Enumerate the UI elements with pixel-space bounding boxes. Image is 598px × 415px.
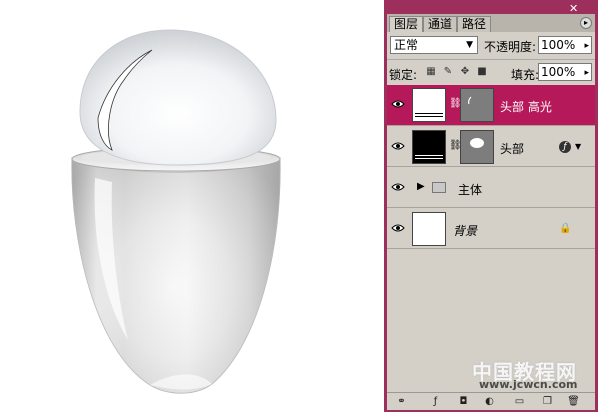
expand-effects-icon[interactable]: ▼ (575, 142, 581, 151)
artwork (71, 29, 281, 394)
expand-group-icon[interactable]: ▶ (417, 181, 425, 192)
tab-paths[interactable]: 路径 (457, 16, 492, 32)
lock-move-icon[interactable]: ✥ (459, 66, 471, 78)
add-mask-icon[interactable]: ◘ (457, 395, 470, 408)
visibility-eye-icon[interactable] (391, 182, 405, 192)
opacity-input[interactable]: 100% ▸ (538, 36, 592, 54)
layer-row-head-highlight[interactable]: ⛓ 头部 高光 (387, 85, 595, 126)
visibility-eye-icon[interactable] (391, 223, 405, 233)
watermark-url: www.jcwcn.com (479, 378, 578, 391)
new-layer-icon[interactable]: ❐ (541, 395, 554, 408)
layer-name: 主体 (458, 183, 483, 197)
layer-name: 头部 (500, 142, 525, 156)
chevron-right-icon: ▸ (584, 68, 589, 78)
layer-mask-thumbnail[interactable] (460, 88, 494, 122)
lock-icon: 🔒 (559, 223, 572, 234)
lock-label: 锁定: (389, 68, 418, 82)
layer-mask-thumbnail[interactable] (460, 130, 494, 164)
lock-row: 锁定: ▦ ✎ ✥ ■ 填充: 100% ▸ (387, 59, 595, 83)
adjustment-layer-icon[interactable]: ◐ (483, 395, 496, 408)
dropdown-arrow-icon: ▼ (466, 40, 473, 50)
new-group-icon[interactable]: ▭ (513, 395, 526, 408)
document-canvas[interactable] (0, 0, 384, 412)
layer-row-group-body[interactable]: ▶ 主体 (387, 168, 595, 208)
layer-effects-icon[interactable]: ƒ (559, 141, 571, 153)
folder-icon (432, 182, 446, 193)
lock-all-icon[interactable]: ■ (476, 66, 488, 78)
app-window: ✕ 图层 通道 路径 ▸ 正常 ▼ 不透明度: 100% ▸ 锁定: ▦ ✎ ✥… (0, 0, 598, 412)
fill-label: 填充: (511, 68, 540, 82)
layer-name: 头部 高光 (500, 100, 552, 114)
trash-icon[interactable]: 🗑 (567, 395, 580, 408)
chevron-right-icon: ▸ (584, 41, 589, 51)
opacity-label: 不透明度: (484, 40, 537, 54)
blend-mode-select[interactable]: 正常 ▼ (390, 36, 478, 54)
layers-toolbar: ⚭ ƒ ◘ ◐ ▭ ❐ 🗑 (387, 392, 595, 410)
tab-channels[interactable]: 通道 (423, 16, 458, 32)
add-style-icon[interactable]: ƒ (429, 395, 442, 408)
layer-row-background[interactable]: 背景 🔒 (387, 209, 595, 249)
visibility-eye-icon[interactable] (391, 141, 405, 151)
layers-panel-frame: ✕ 图层 通道 路径 ▸ 正常 ▼ 不透明度: 100% ▸ 锁定: ▦ ✎ ✥… (384, 0, 598, 412)
tab-layers[interactable]: 图层 (389, 16, 424, 32)
layer-thumbnail (412, 88, 446, 122)
panel-menu-button[interactable]: ▸ (580, 17, 592, 29)
layer-thumbnail (412, 212, 446, 246)
panel-tabs: 图层 通道 路径 ▸ (387, 14, 595, 32)
visibility-eye-icon[interactable] (391, 99, 405, 109)
link-layers-icon[interactable]: ⚭ (395, 395, 408, 408)
layer-row-head[interactable]: ⛓ 头部 ƒ ▼ (387, 127, 595, 167)
layer-thumbnail (412, 130, 446, 164)
layer-name: 背景 (453, 224, 478, 238)
lock-transparent-icon[interactable]: ▦ (425, 66, 437, 78)
blend-row: 正常 ▼ 不透明度: 100% ▸ (387, 33, 595, 57)
lock-paint-icon[interactable]: ✎ (442, 66, 454, 78)
layers-panel: 图层 通道 路径 ▸ 正常 ▼ 不透明度: 100% ▸ 锁定: ▦ ✎ ✥ ■… (387, 14, 595, 410)
fill-input[interactable]: 100% ▸ (538, 63, 592, 81)
layers-list: ⛓ 头部 高光 ⛓ 头部 ƒ ▼ ▶ 主体 背景 🔒 (387, 85, 595, 392)
